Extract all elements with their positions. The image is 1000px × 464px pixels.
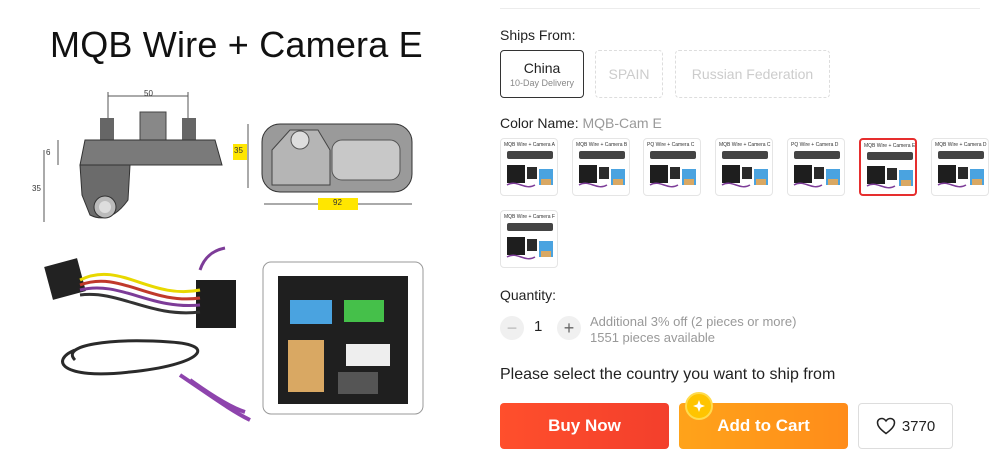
swatch-label: MQB Wire + Camera A [504,142,555,148]
ship-option-china[interactable]: China 10-Day Delivery [500,50,584,98]
heart-icon [876,417,896,435]
ship-option-name: China [523,60,561,76]
dim-label-width: 50 [144,89,153,98]
ships-from-label: Ships From: [500,27,576,43]
swatch-label: MQB Wire + Camera B [576,142,628,148]
dim-label-right: 35 [234,146,243,155]
image-title: MQB Wire + Camera E [50,24,423,65]
buy-now-button[interactable]: Buy Now [500,403,669,449]
quantity-decrease-button[interactable]: − [500,316,524,340]
swatch-label: MQB Wire + Camera E [864,143,916,149]
ship-option-delivery: 10-Day Delivery [509,78,575,88]
quantity-label: Quantity: [500,287,557,303]
dim-label-small: 6 [46,148,51,157]
color-swatch[interactable]: MQB Wire + Camera D [931,138,989,196]
color-swatch[interactable]: MQB Wire + Camera F [500,210,558,268]
product-main-image[interactable]: MQB Wire + Camera E 50 6 35 35 92 [0,0,470,464]
color-swatch[interactable]: MQB Wire + Camera B [572,138,630,196]
quantity-increase-button[interactable]: + [557,316,581,340]
wishlist-count: 3770 [901,417,936,435]
dim-label-height: 35 [32,184,41,193]
quantity-value[interactable]: 1 [534,318,542,335]
section-divider [500,8,980,9]
connector-detail [262,261,424,415]
color-name-label: Color Name: MQB-Cam E [500,115,662,131]
swatch-label: MQB Wire + Camera F [504,214,555,220]
ship-option-name: Russian Federation [691,66,814,82]
ship-option-name: SPAIN [608,66,650,82]
stock-available-text: 1551 pieces available [590,330,716,345]
wiring-harness [44,246,251,422]
camera-side-view [43,92,223,222]
color-name-title: Color Name: [500,115,579,131]
swatch-label: PQ Wire + Camera D [791,142,839,148]
dim-label-bottom: 92 [333,198,342,207]
color-swatch[interactable]: PQ Wire + Camera C [643,138,701,196]
product-diagram [43,92,424,422]
swatch-label: MQB Wire + Camera C [719,142,771,148]
wishlist-button[interactable]: 3770 [858,403,953,449]
color-selected-value: MQB-Cam E [582,115,662,131]
color-swatch[interactable]: MQB Wire + Camera C [715,138,773,196]
color-swatch[interactable]: MQB Wire + Camera A [500,138,558,196]
color-swatch[interactable]: PQ Wire + Camera D [787,138,845,196]
camera-top-view [233,123,413,210]
color-swatch[interactable]: MQB Wire + Camera E [859,138,917,196]
ship-country-message: Please select the country you want to sh… [500,366,836,383]
ship-option-russia[interactable]: Russian Federation [675,50,830,98]
coin-badge-icon [685,392,713,420]
swatch-label: MQB Wire + Camera D [935,142,987,148]
swatch-label: PQ Wire + Camera C [647,142,695,148]
bulk-discount-text: Additional 3% off (2 pieces or more) [590,314,797,329]
ship-option-spain[interactable]: SPAIN [595,50,663,98]
